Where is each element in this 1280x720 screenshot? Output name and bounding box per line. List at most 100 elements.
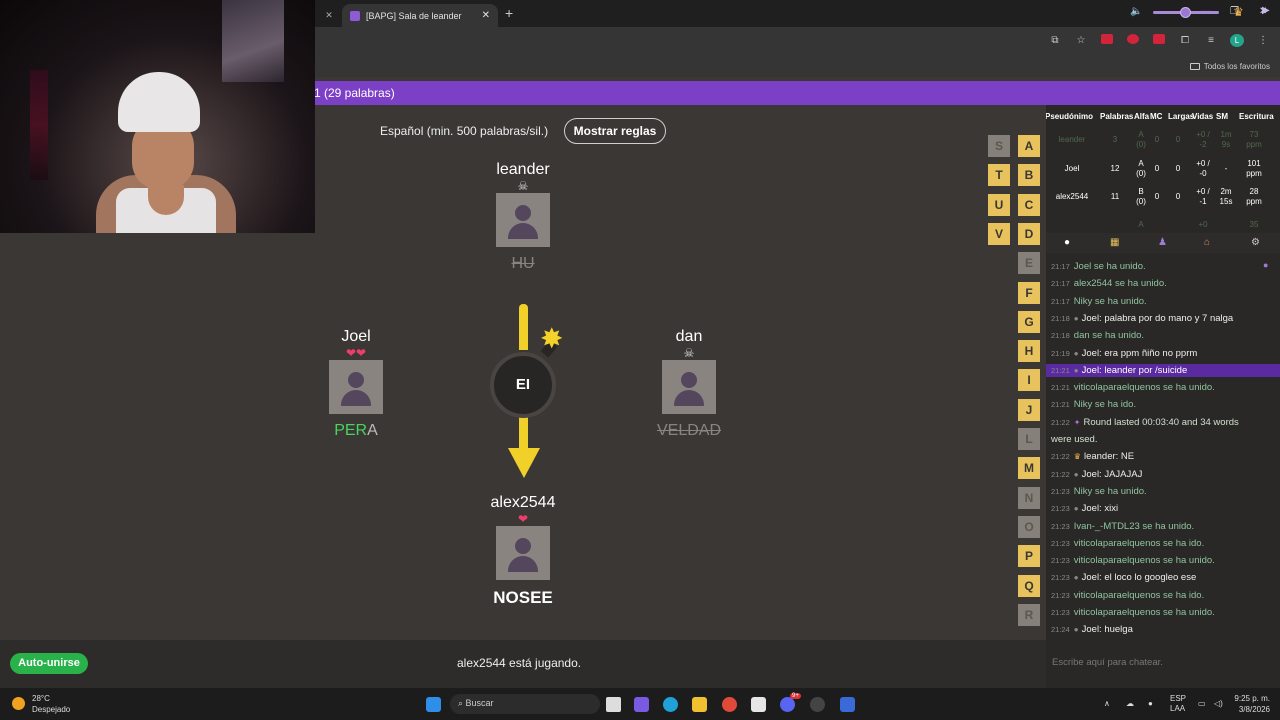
clock[interactable]: 9:25 p. m. 3/8/2026	[1232, 693, 1270, 715]
chat-message: 21:17 Niky se ha unido.	[1051, 295, 1277, 308]
column-header[interactable]: Pseudónimo	[1046, 112, 1093, 121]
lang-code: ESP	[1170, 694, 1187, 703]
column-header[interactable]: Largas	[1168, 112, 1194, 121]
skull-icon: ☠	[683, 346, 695, 360]
install-icon[interactable]: ⧉	[1048, 35, 1062, 46]
mic-icon[interactable]: ●	[1148, 699, 1153, 708]
column-header[interactable]: SM	[1216, 112, 1228, 121]
taskbar-search[interactable]: ⌕ Buscar	[450, 694, 600, 714]
chat-message: 21:23 ● Joel: el loco lo googleo ese	[1051, 571, 1277, 584]
letter-b: B	[1018, 164, 1040, 187]
chat-message: 21:18 dan se ha unido.	[1051, 329, 1277, 342]
column-header[interactable]: Escritura	[1239, 112, 1274, 121]
settings-tab-icon[interactable]: ⚙	[1251, 237, 1260, 248]
star-icon[interactable]: ☆	[1074, 35, 1088, 46]
language-indicator[interactable]: ESP LAA	[1170, 694, 1186, 714]
menu-icon[interactable]: ⋮	[1256, 35, 1270, 46]
volume-slider-thumb[interactable]	[1180, 7, 1191, 18]
message-text: leander: NE	[1083, 451, 1135, 463]
player-name: leander	[496, 161, 550, 178]
volume-icon[interactable]: 🔈	[1130, 6, 1142, 17]
wizard-tab-icon[interactable]: ♟	[1158, 237, 1167, 248]
player-joel: Joel ❤❤ PERA	[296, 328, 416, 440]
file-explorer-icon[interactable]	[692, 697, 707, 712]
letter-a: A	[1018, 135, 1040, 157]
all-bookmarks[interactable]: Todos los favoritos	[1189, 62, 1270, 71]
new-tab-icon[interactable]: +	[505, 5, 513, 21]
search-icon: ⌕	[458, 698, 466, 708]
obs-icon[interactable]	[810, 697, 825, 712]
skull-icon: ☠	[517, 179, 529, 193]
edge-icon[interactable]	[663, 697, 678, 712]
active-tab[interactable]: [BAPG] Sala de leander ✕	[342, 4, 498, 27]
message-time: 21:23	[1051, 573, 1070, 583]
tray-chevron-icon[interactable]: ∧	[1104, 699, 1110, 708]
speaker-icon[interactable]: ◁)	[1214, 699, 1223, 708]
crown-icon[interactable]: ♛	[1233, 5, 1244, 19]
start-icon[interactable]	[426, 697, 441, 712]
message-time: 21:24	[1051, 625, 1070, 635]
webcam-overlay	[0, 0, 315, 233]
turn-arrow-tail	[519, 304, 528, 350]
previous-tab[interactable]: ✕	[318, 4, 340, 27]
chat-message: 21:24 ● Joel: huelga	[1051, 623, 1277, 636]
letter-q: Q	[1018, 574, 1040, 597]
round-icon: ✦	[1073, 417, 1081, 427]
task-view-icon[interactable]	[606, 697, 621, 712]
table-cell: 0	[1154, 135, 1160, 144]
message-time: 21:23	[1051, 486, 1070, 496]
cloud-icon[interactable]: ☁	[1126, 699, 1134, 708]
chat-tab-icon[interactable]: ●	[1064, 237, 1070, 248]
table-cell: A (0)	[1136, 130, 1146, 149]
play-icon[interactable]: ▶	[1262, 5, 1270, 16]
notification-badge: 9+	[790, 693, 801, 699]
message-time: 21:22	[1051, 417, 1070, 427]
column-header[interactable]: MC	[1150, 112, 1162, 121]
table-cell: 73 ppm	[1246, 130, 1262, 149]
adblock-icon[interactable]	[1100, 34, 1114, 47]
message-text: Joel: JAJAJAJ	[1081, 468, 1143, 480]
player-alex2544: alex2544 ❤ NOSEE	[463, 494, 583, 608]
profile-avatar[interactable]: L	[1230, 34, 1244, 47]
discord-icon[interactable]	[780, 697, 795, 712]
message-text: viticolaparaelquenos se ha unido.	[1073, 382, 1215, 394]
table-cell: 2m 15s	[1219, 187, 1233, 206]
network-icon[interactable]: ▭	[1198, 699, 1206, 708]
reading-list-icon[interactable]: ≡	[1204, 35, 1218, 46]
chat-input[interactable]: Escribe aquí para chatear.	[1046, 650, 1280, 676]
extension-icon[interactable]	[1152, 34, 1166, 47]
close-icon[interactable]: ✕	[482, 10, 490, 21]
chat-message: 21:23 Niky se ha unido.	[1051, 485, 1277, 498]
capcut-icon[interactable]	[751, 697, 766, 712]
wall-poster	[222, 0, 284, 82]
search-label: Buscar	[465, 698, 494, 708]
chat-log: 21:17 Joel se ha unido. 21:17 alex2544 se h…	[1046, 258, 1280, 638]
message-text: Joel: el loco lo googleo ese	[1081, 572, 1197, 584]
chrome-icon[interactable]	[722, 697, 737, 712]
puzzle-icon[interactable]: ⧠	[1178, 35, 1192, 46]
room-tab-icon[interactable]: ⌂	[1204, 237, 1210, 248]
extension-icon[interactable]	[1126, 34, 1140, 47]
show-rules-button[interactable]: Mostrar reglas	[564, 118, 666, 144]
message-text: Joel: xixi	[1081, 503, 1119, 515]
table-cell: alex2544	[1055, 192, 1089, 201]
column-header[interactable]: Vidas	[1192, 112, 1213, 121]
streamer-cap	[118, 72, 200, 132]
close-icon[interactable]: ✕	[325, 10, 333, 21]
players-tab-icon[interactable]: ▦	[1110, 237, 1119, 248]
copilot-icon[interactable]	[634, 697, 649, 712]
table-cell: 0	[1175, 135, 1181, 144]
message-time: 21:23	[1051, 556, 1070, 566]
table-cell: 101 ppm	[1246, 159, 1262, 178]
message-text: Round lasted 00:03:40 and 34 words	[1083, 416, 1239, 428]
auto-join-button[interactable]: Auto-unirse	[10, 653, 88, 674]
date: 3/8/2026	[1238, 705, 1270, 714]
app-icon[interactable]	[840, 697, 855, 712]
message-time: 21:21	[1051, 365, 1070, 375]
language-info: Español (min. 500 palabras/sil.)	[380, 124, 549, 138]
avatar	[329, 360, 383, 414]
column-header[interactable]: Alfa	[1134, 112, 1149, 121]
panel-tabs: ● ▦ ♟ ⌂ ⚙	[1046, 233, 1280, 253]
message-text: Joel: palabra por do mano y 7 nalga	[1081, 312, 1234, 324]
column-header[interactable]: Palabras	[1100, 112, 1133, 121]
